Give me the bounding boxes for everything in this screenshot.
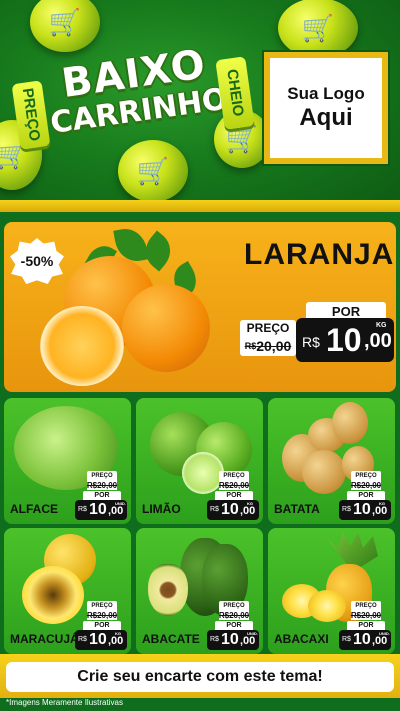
promo-title: BAIXO CARRINHO (42, 40, 231, 141)
price-currency: R$ (342, 636, 351, 643)
por-label: POR (215, 491, 253, 500)
product-card-batata[interactable]: BATATA PREÇO R$20,00 POR R$ 10 ,00 KG (268, 398, 395, 524)
price-tag: R$ 10 ,00 KG (75, 630, 127, 650)
old-price: R$20,00 (350, 480, 382, 490)
header-banner: 🛒 🛒 🛒 🛒 🛒 PREÇO BAIXO CARRINHO CHEIO Sua… (0, 0, 400, 212)
logo-placeholder[interactable]: Sua Logo Aqui (264, 52, 388, 164)
price-currency: R$ (342, 506, 351, 513)
price-decimal: ,00 (372, 505, 388, 517)
product-card-maracuja[interactable]: MARACUJÁ PREÇO R$20,00 POR R$ 10 ,00 KG (4, 528, 131, 654)
old-price-value: 20,00 (256, 338, 292, 354)
price-integer: 10 (326, 322, 362, 358)
old-price-label: PREÇO (351, 601, 381, 610)
old-price-label: PREÇO (240, 320, 296, 336)
orange-image (122, 284, 210, 372)
old-price-label: PREÇO (219, 471, 249, 480)
logo-text-line1: Sua Logo (287, 84, 365, 103)
price-integer: 10 (221, 631, 239, 648)
price-unit: UNID. (247, 631, 258, 636)
product-card-abacaxi[interactable]: ABACAXI PREÇO R$20,00 POR R$ 10 ,00 UNID… (268, 528, 395, 654)
price-unit: UNID. (115, 501, 126, 506)
price-unit: KG (247, 501, 253, 506)
product-name: BATATA (274, 502, 320, 516)
price-decimal: ,00 (108, 505, 124, 517)
old-price: R$20,00 (350, 610, 382, 620)
discount-badge: -50% (10, 238, 64, 284)
old-price-label: PREÇO (87, 601, 117, 610)
promo-badge: PREÇO BAIXO CARRINHO CHEIO (11, 41, 255, 164)
price-unit: KG (115, 631, 121, 636)
price-tag: R$ 10 ,00 KG (339, 500, 391, 520)
por-label: POR (83, 491, 121, 500)
price-currency: R$ (302, 334, 320, 350)
price-integer: 10 (89, 501, 107, 518)
orange-slice-image (40, 306, 124, 386)
product-card-alface[interactable]: ALFACE PREÇO R$20,00 POR R$ 10 ,00 UNID. (4, 398, 131, 524)
lime-slice-image (182, 452, 224, 494)
disclaimer-text: *Imagens Meramente Ilustrativas (6, 698, 123, 707)
old-price-prefix: R$ (244, 341, 257, 351)
price-integer: 10 (89, 631, 107, 648)
passion-fruit-half-image (22, 566, 84, 624)
old-price: R$20,00 (218, 480, 250, 490)
price-integer: 10 (353, 501, 371, 518)
badge-right-tag: CHEIO (215, 56, 255, 130)
price-currency: R$ (210, 636, 219, 643)
featured-product-card[interactable]: -50% LARANJA PREÇO R$ 20,00 POR R$ 10 ,00… (4, 222, 396, 392)
logo-text-line2: Aqui (299, 104, 353, 131)
price-tag: R$ 10 ,00 UNID. (339, 630, 391, 650)
old-price: R$20,00 (86, 610, 118, 620)
por-label: POR (83, 621, 121, 630)
price-decimal: ,00 (240, 505, 256, 517)
price-unit: KG (376, 322, 387, 329)
price-currency: R$ (78, 506, 87, 513)
product-card-limao[interactable]: LIMÃO PREÇO R$20,00 POR R$ 10 ,00 KG (136, 398, 263, 524)
price-unit: KG (379, 501, 385, 506)
shopping-cart-icon: 🛒 (30, 0, 100, 52)
header-divider (0, 200, 400, 212)
price-unit: UNID. (379, 631, 390, 636)
old-price: R$20,00 (86, 480, 118, 490)
avocado-half-image (148, 564, 188, 616)
old-price-label: PREÇO (219, 601, 249, 610)
old-price: R$20,00 (218, 610, 250, 620)
price-decimal: ,00 (240, 635, 256, 647)
product-name: MARACUJÁ (10, 632, 79, 646)
shopping-cart-icon: 🛒 (278, 0, 358, 58)
featured-product-name: LARANJA (244, 238, 395, 271)
price-integer: 10 (353, 631, 371, 648)
product-name: ABACATE (142, 632, 200, 646)
old-price-label: PREÇO (351, 471, 381, 480)
price-tag: R$ 10 ,00 UNID. (207, 630, 259, 650)
price-integer: 10 (221, 501, 239, 518)
por-label: POR (347, 621, 385, 630)
old-price: R$20,00 (240, 336, 296, 356)
por-label: POR (347, 491, 385, 500)
price-currency: R$ (78, 636, 87, 643)
por-label: POR (215, 621, 253, 630)
potato-image (302, 450, 346, 494)
product-card-abacate[interactable]: ABACATE PREÇO R$20,00 POR R$ 10 ,00 UNID… (136, 528, 263, 654)
price-decimal: ,00 (364, 330, 392, 352)
price-decimal: ,00 (372, 635, 388, 647)
old-price-label: PREÇO (87, 471, 117, 480)
price-tag: R$ 10 ,00 KG (207, 500, 259, 520)
product-name: ABACAXI (274, 632, 329, 646)
pineapple-slice-image (308, 590, 346, 622)
cta-button[interactable]: Crie seu encarte com este tema! (6, 662, 394, 692)
product-name: ALFACE (10, 502, 58, 516)
price-currency: R$ (210, 506, 219, 513)
price-decimal: ,00 (108, 635, 124, 647)
price-tag: R$ 10 ,00 UNID. (75, 500, 127, 520)
product-name: LIMÃO (142, 502, 181, 516)
price-tag: R$ 10 ,00 KG (296, 318, 394, 362)
potato-image (332, 402, 368, 444)
